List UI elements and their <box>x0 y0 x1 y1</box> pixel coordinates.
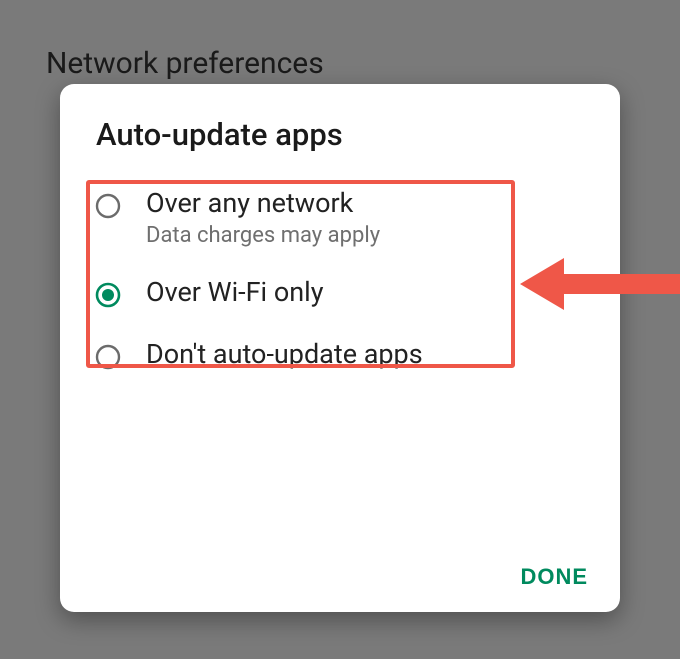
option-text: Over Wi-Fi only <box>122 276 323 310</box>
option-subtext: Data charges may apply <box>146 223 380 248</box>
option-over-any-network[interactable]: Over any network Data charges may apply <box>60 173 620 262</box>
radio-unchecked-icon <box>94 343 122 371</box>
background-heading: Network preferences <box>46 46 324 81</box>
option-label: Over any network <box>146 187 380 221</box>
option-over-wifi-only[interactable]: Over Wi-Fi only <box>60 262 620 324</box>
radio-checked-icon <box>94 281 122 309</box>
option-text: Over any network Data charges may apply <box>122 187 380 248</box>
option-label: Over Wi-Fi only <box>146 276 323 310</box>
radio-unchecked-icon <box>94 192 122 220</box>
option-label: Don't auto-update apps <box>146 338 423 372</box>
done-button[interactable]: DONE <box>520 564 588 590</box>
option-text: Don't auto-update apps <box>122 338 423 372</box>
radio-group: Over any network Data charges may apply … <box>60 173 620 385</box>
option-dont-auto-update[interactable]: Don't auto-update apps <box>60 324 620 386</box>
dialog-title: Auto-update apps <box>60 116 620 173</box>
auto-update-dialog: Auto-update apps Over any network Data c… <box>60 84 620 612</box>
